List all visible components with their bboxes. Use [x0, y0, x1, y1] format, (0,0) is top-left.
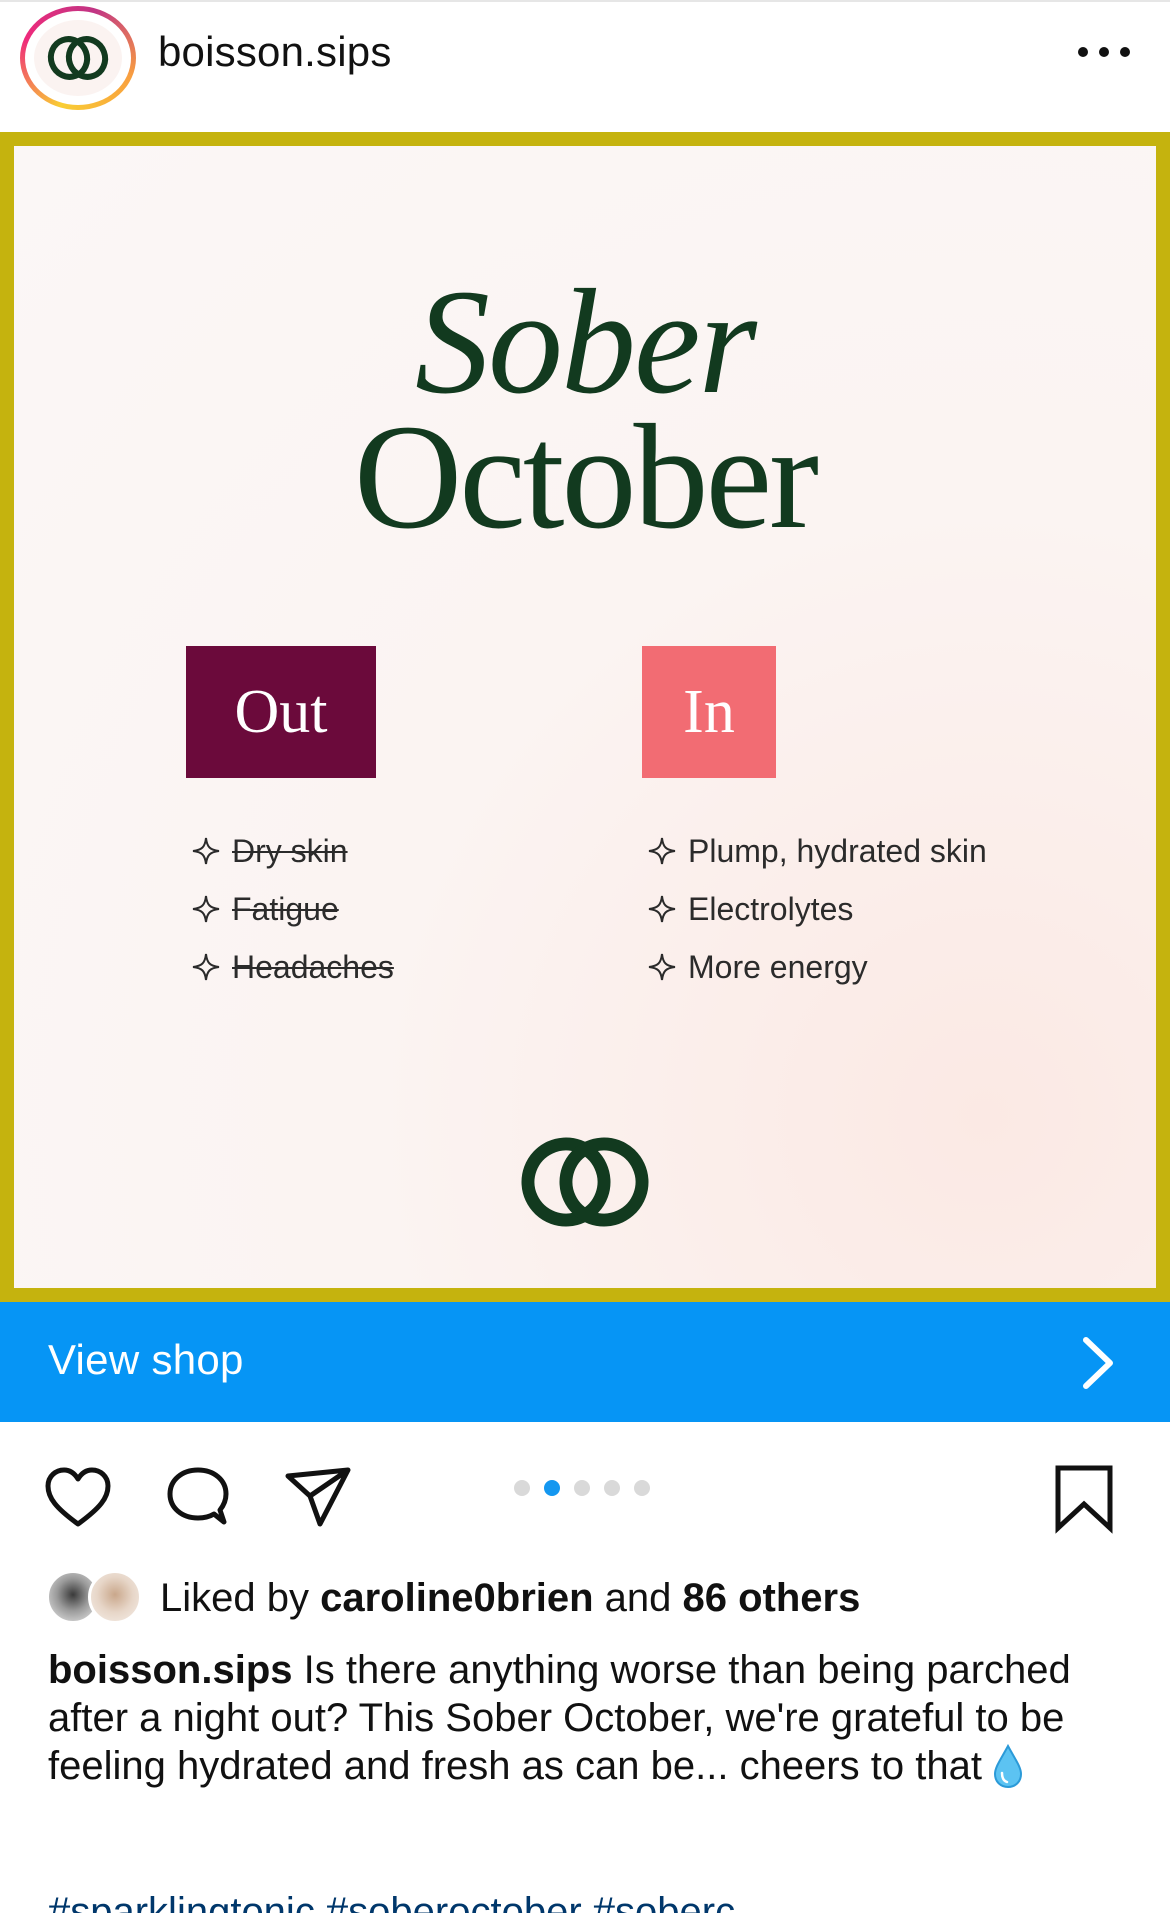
- post-title-october: October: [353, 394, 819, 560]
- carousel-indicator: [514, 1480, 650, 1500]
- list-item: Fatigue: [190, 880, 394, 938]
- sparkle-icon: [192, 837, 220, 865]
- post-header: boisson.sips: [0, 0, 1170, 132]
- sparkle-icon: [648, 953, 676, 981]
- post-username[interactable]: boisson.sips: [158, 28, 392, 76]
- view-shop-button[interactable]: View shop: [0, 1302, 1170, 1422]
- bookmark-icon[interactable]: [1048, 1462, 1120, 1534]
- view-shop-label: View shop: [48, 1336, 244, 1383]
- more-horizontal-icon[interactable]: [1078, 42, 1130, 62]
- list-item: Plump, hydrated skin: [646, 822, 987, 880]
- hashtags[interactable]: #sparklingtonic #soberoctober #soberc...: [48, 1888, 1138, 1913]
- likes-others[interactable]: 86 others: [683, 1576, 861, 1620]
- list-item: Dry skin: [190, 822, 394, 880]
- in-label: In: [642, 646, 776, 778]
- boisson-logo-icon: [521, 1137, 649, 1227]
- post-graphic: Sober October Out In Dry skin Fatigue He…: [14, 146, 1156, 1288]
- comment-icon[interactable]: [162, 1462, 234, 1534]
- chevron-right-icon: [1083, 1337, 1113, 1389]
- list-item: Headaches: [190, 938, 394, 996]
- heart-icon[interactable]: [42, 1462, 114, 1534]
- sparkle-icon: [192, 895, 220, 923]
- likes-text: Liked by caroline0brien and 86 others: [160, 1576, 861, 1620]
- list-item: More energy: [646, 938, 987, 996]
- post-caption: boisson.sips Is there anything worse tha…: [48, 1646, 1138, 1790]
- out-label: Out: [186, 646, 376, 778]
- caption-username[interactable]: boisson.sips: [48, 1648, 293, 1692]
- sparkle-icon: [192, 953, 220, 981]
- boisson-logo-icon: [34, 20, 122, 96]
- droplet-icon: [994, 1743, 1023, 1789]
- in-list: Plump, hydrated skin Electrolytes More e…: [646, 822, 987, 996]
- liker-avatars: [46, 1570, 142, 1624]
- sparkle-icon: [648, 895, 676, 923]
- avatar: [88, 1570, 142, 1624]
- share-icon[interactable]: [282, 1462, 354, 1534]
- post-image[interactable]: Sober October Out In Dry skin Fatigue He…: [0, 132, 1170, 1302]
- profile-avatar[interactable]: [20, 6, 136, 110]
- liker-username[interactable]: caroline0brien: [320, 1576, 593, 1620]
- post-actions: [0, 1422, 1170, 1572]
- likes-summary[interactable]: Liked by caroline0brien and 86 others: [46, 1568, 1146, 1628]
- list-item: Electrolytes: [646, 880, 987, 938]
- out-list: Dry skin Fatigue Headaches: [190, 822, 394, 996]
- sparkle-icon: [648, 837, 676, 865]
